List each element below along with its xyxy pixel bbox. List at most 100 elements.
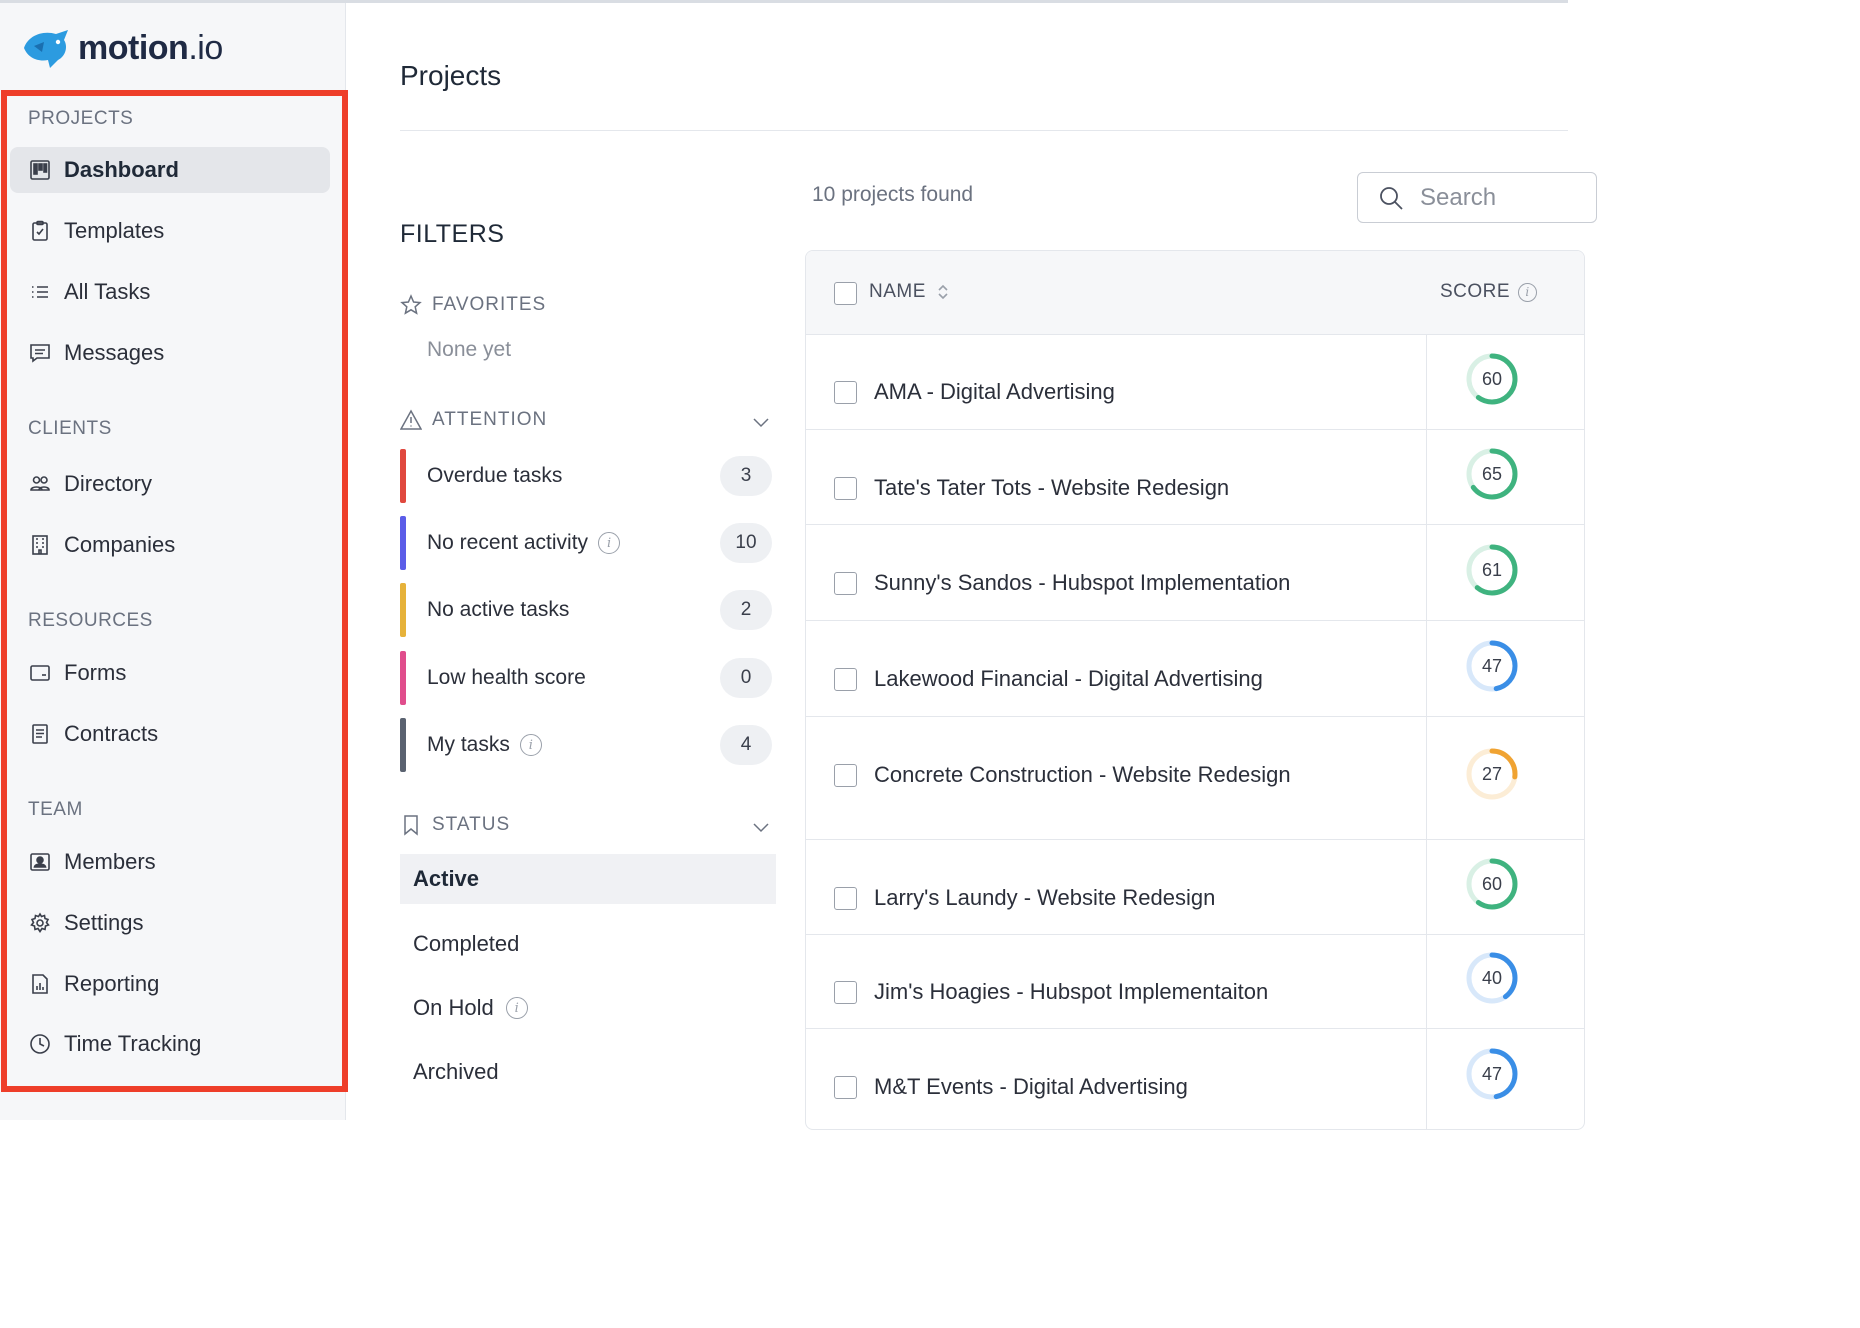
chevron-down-icon[interactable] <box>750 816 772 838</box>
filter-no-active-tasks[interactable]: No active tasks 2 <box>400 583 772 637</box>
sidebar-item-label: Contracts <box>64 721 159 746</box>
filter-label: Overdue tasks <box>427 464 562 488</box>
project-name[interactable]: AMA - Digital Advertising <box>874 379 1115 405</box>
filter-label: No recent activity i <box>427 531 621 555</box>
table-row[interactable]: Larry's Laundy - Website Redesign 60 <box>806 840 1584 935</box>
column-score-label: SCORE <box>1440 281 1511 302</box>
filter-count-badge: 0 <box>720 658 772 698</box>
projects-table: NAME SCORE i AMA - Digital Advertising 60… <box>805 250 1585 1130</box>
sidebar-item-label: Companies <box>64 532 176 557</box>
row-checkbox[interactable] <box>834 381 857 404</box>
sidebar-item-reporting[interactable]: Reporting <box>10 961 330 1007</box>
project-name[interactable]: Lakewood Financial - Digital Advertising <box>874 666 1263 692</box>
sidebar-item-dashboard[interactable]: Dashboard <box>10 147 330 193</box>
table-row[interactable]: Sunny's Sandos - Hubspot Implementation 6… <box>806 525 1584 621</box>
project-name[interactable]: Sunny's Sandos - Hubspot Implementation <box>874 570 1290 596</box>
message-icon <box>28 341 52 365</box>
table-row[interactable]: Concrete Construction - Website Redesign… <box>806 717 1584 840</box>
nav-group-resources: RESOURCES <box>28 610 153 631</box>
filter-no-recent-activity[interactable]: No recent activity i 10 <box>400 516 772 570</box>
sidebar: motion.io PROJECTS Dashboard Templates A… <box>0 3 348 1120</box>
row-checkbox[interactable] <box>834 981 857 1004</box>
project-name[interactable]: Jim's Hoagies - Hubspot Implementaiton <box>874 979 1268 1005</box>
sidebar-item-companies[interactable]: Companies <box>10 522 330 568</box>
row-checkbox[interactable] <box>834 1076 857 1099</box>
search-box[interactable] <box>1357 172 1597 223</box>
score-value: 61 <box>1481 559 1503 580</box>
search-input[interactable] <box>1420 183 1570 212</box>
attention-header[interactable]: ATTENTION <box>400 409 772 431</box>
chevron-down-icon[interactable] <box>750 411 772 433</box>
filter-label-text: No active tasks <box>427 598 570 621</box>
logo-suffix: .io <box>188 28 223 67</box>
sidebar-item-contracts[interactable]: Contracts <box>10 711 330 757</box>
page-title: Projects <box>400 60 502 91</box>
attention-title: ATTENTION <box>432 409 548 430</box>
sidebar-item-label: Time Tracking <box>64 1031 202 1056</box>
filter-count-badge: 2 <box>720 590 772 630</box>
table-row[interactable]: Tate's Tater Tots - Website Redesign 65 <box>806 430 1584 525</box>
status-label: On Hold <box>413 995 494 1020</box>
status-archived[interactable]: Archived <box>400 1047 776 1097</box>
filter-my-tasks[interactable]: My tasks i 4 <box>400 718 772 772</box>
row-checkbox[interactable] <box>834 764 857 787</box>
sidebar-item-all-tasks[interactable]: All Tasks <box>10 269 330 315</box>
project-name[interactable]: Concrete Construction - Website Redesign <box>874 762 1291 788</box>
status-label: Active <box>413 866 480 891</box>
attention-color-bar <box>400 718 406 772</box>
row-checkbox[interactable] <box>834 572 857 595</box>
sidebar-item-directory[interactable]: Directory <box>10 461 330 507</box>
select-all-checkbox[interactable] <box>834 282 857 305</box>
filter-low-health-score[interactable]: Low health score 0 <box>400 651 772 705</box>
sidebar-item-templates[interactable]: Templates <box>10 208 330 254</box>
filters-title: FILTERS <box>400 220 505 248</box>
info-icon[interactable]: i <box>505 997 528 1019</box>
filter-label-text: Overdue tasks <box>427 464 563 487</box>
filter-count-badge: 3 <box>720 456 772 496</box>
attention-color-bar <box>400 516 406 570</box>
status-header[interactable]: STATUS <box>400 814 772 836</box>
project-name[interactable]: Tate's Tater Tots - Website Redesign <box>874 475 1229 501</box>
score-value: 27 <box>1481 763 1503 784</box>
logo-text: motion.io <box>78 29 223 68</box>
project-name[interactable]: Larry's Laundy - Website Redesign <box>874 885 1215 911</box>
table-row[interactable]: AMA - Digital Advertising 60 <box>806 335 1584 430</box>
sidebar-item-members[interactable]: Members <box>10 839 330 885</box>
score-value: 60 <box>1481 873 1503 894</box>
favorites-header[interactable]: FAVORITES <box>400 294 772 316</box>
column-header-name[interactable]: NAME <box>869 281 950 303</box>
info-icon[interactable]: i <box>519 734 542 756</box>
filter-overdue-tasks[interactable]: Overdue tasks 3 <box>400 449 772 503</box>
table-row[interactable]: Jim's Hoagies - Hubspot Implementaiton 40 <box>806 935 1584 1029</box>
info-icon[interactable]: i <box>1518 282 1538 302</box>
filter-label: My tasks i <box>427 733 542 757</box>
bookmark-icon <box>404 815 418 836</box>
score-ring: 65 <box>1464 446 1520 502</box>
status-on-hold[interactable]: On Hold i <box>400 983 776 1033</box>
row-checkbox[interactable] <box>834 887 857 910</box>
sidebar-item-label: Settings <box>64 910 144 935</box>
star-icon <box>400 294 422 315</box>
row-checkbox[interactable] <box>834 668 857 691</box>
score-value: 65 <box>1481 463 1503 484</box>
status-active[interactable]: Active <box>400 854 776 904</box>
status-completed[interactable]: Completed <box>400 919 776 969</box>
sidebar-item-messages[interactable]: Messages <box>10 330 330 376</box>
nav-group-clients: CLIENTS <box>28 418 112 439</box>
search-icon <box>1380 186 1403 210</box>
project-name[interactable]: M&T Events - Digital Advertising <box>874 1074 1188 1100</box>
table-row[interactable]: Lakewood Financial - Digital Advertising… <box>806 621 1584 717</box>
info-icon[interactable]: i <box>598 532 621 554</box>
app-logo[interactable]: motion.io <box>20 23 223 73</box>
row-checkbox[interactable] <box>834 477 857 500</box>
report-icon <box>28 972 52 996</box>
column-header-score[interactable]: SCORE i <box>1440 281 1538 303</box>
clipboard-check-icon <box>28 219 52 243</box>
sidebar-item-forms[interactable]: Forms <box>10 650 330 696</box>
sidebar-item-time-tracking[interactable]: Time Tracking <box>10 1021 330 1067</box>
table-row[interactable]: M&T Events - Digital Advertising 47 <box>806 1029 1584 1129</box>
sidebar-item-settings[interactable]: Settings <box>10 900 330 946</box>
motion-logo-icon <box>24 30 68 68</box>
table-header: NAME SCORE i <box>806 251 1584 335</box>
status-title: STATUS <box>432 814 511 835</box>
